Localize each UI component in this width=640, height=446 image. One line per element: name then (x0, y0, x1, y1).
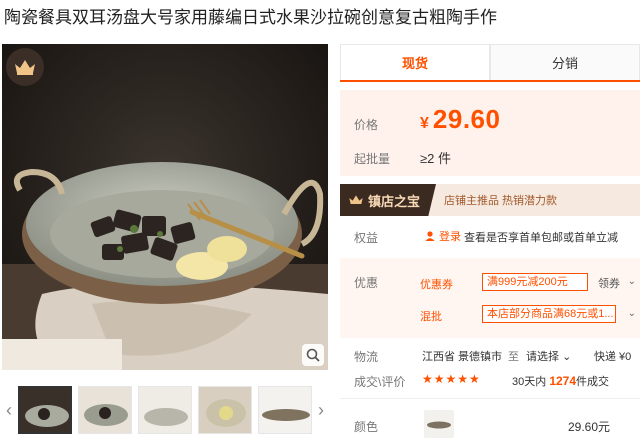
search-icon[interactable] (302, 344, 324, 366)
thumbnail-4[interactable] (198, 386, 252, 434)
color-price: 29.60元 (568, 420, 611, 434)
tab-in-stock[interactable]: 现货 (340, 44, 490, 80)
shipping-label: 物流 (354, 350, 379, 364)
price-box: 价格 ¥29.60 起批量 ≥2 件 (340, 90, 640, 176)
thumbnail-5[interactable] (258, 386, 312, 434)
coupon-tag[interactable]: 满999元减200元 (482, 273, 588, 291)
thumbnail-3[interactable] (138, 386, 192, 434)
mixed-batch-name: 混批 (420, 311, 442, 323)
trade-row: 成交\评价 ★★★★★ 30天内 1274件成交 (340, 370, 640, 390)
chevron-down-icon[interactable]: ⌄ (628, 276, 636, 287)
ship-to: 至 (508, 351, 519, 363)
promo-label: 优惠 (354, 276, 379, 290)
rating-stars: ★★★★★ (422, 372, 481, 386)
trade-label: 成交\评价 (354, 375, 406, 389)
chevron-left-icon[interactable]: ‹ (2, 396, 16, 424)
thumbnail-1[interactable] (18, 386, 72, 434)
product-title: 陶瓷餐具双耳汤盘大号家用藤编日式水果沙拉碗创意复古粗陶手作 (4, 8, 497, 27)
purchase-tabs: 现货 分销 (340, 44, 640, 82)
moq-label: 起批量 (354, 152, 391, 166)
benefit-row: 权益 登录 查看是否享首单包邮或首单立减 (340, 226, 640, 248)
price-label: 价格 (354, 118, 379, 132)
store-highlight-banner: 镇店之宝 店铺主推品 热销潜力款 (340, 184, 640, 216)
divider (340, 398, 640, 399)
chevron-right-icon[interactable]: › (314, 396, 328, 424)
chevron-down-icon[interactable]: ⌄ (628, 308, 636, 319)
crown-icon (6, 48, 44, 86)
coupon-name: 优惠券 (420, 279, 453, 291)
moq-value: ≥2 件 (420, 151, 451, 166)
benefit-text: 查看是否享首单包邮或首单立减 (464, 232, 618, 244)
currency-symbol: ¥ (420, 115, 429, 132)
chevron-down-icon: ⌄ (562, 351, 572, 363)
claim-coupon-button[interactable]: 领券 (598, 275, 620, 291)
ship-speed: 快递 ¥0 (594, 351, 632, 363)
main-product-image[interactable] (2, 44, 328, 370)
promo-box: 优惠 优惠券 满999元减200元 领券 ⌄ 混批 本店部分商品满68元或1..… (340, 258, 640, 338)
color-swatch[interactable] (424, 410, 454, 438)
shipping-row: 物流 江西省 景德镇市 至 请选择 ⌄ 快递 ¥0 (340, 344, 640, 364)
ship-destination-select[interactable]: 请选择 ⌄ (526, 348, 571, 364)
benefit-label: 权益 (354, 231, 379, 245)
color-row: 颜色 29.60元 (340, 408, 640, 440)
bowl-photo (2, 44, 328, 370)
product-page: 陶瓷餐具双耳汤盘大号家用藤编日式水果沙拉碗创意复古粗陶手作 ‹ › 现货 分销 … (0, 0, 640, 446)
thumbnail-2[interactable] (78, 386, 132, 434)
trade-count: 30天内 1274件成交 (512, 374, 610, 388)
mixed-batch-tag[interactable]: 本店部分商品满68元或1... (482, 305, 616, 323)
tab-distribution[interactable]: 分销 (490, 44, 640, 80)
ship-origin: 江西省 景德镇市 (422, 351, 503, 363)
price-value: ¥29.60 (420, 104, 501, 134)
thumbnail-strip: ‹ › (2, 382, 328, 438)
user-icon (425, 231, 435, 241)
crown-icon (349, 195, 363, 204)
color-label: 颜色 (354, 420, 379, 434)
store-treasure-badge: 镇店之宝 (340, 184, 436, 216)
login-link[interactable]: 登录 (424, 228, 461, 244)
store-highlight-text: 店铺主推品 热销潜力款 (444, 195, 558, 207)
